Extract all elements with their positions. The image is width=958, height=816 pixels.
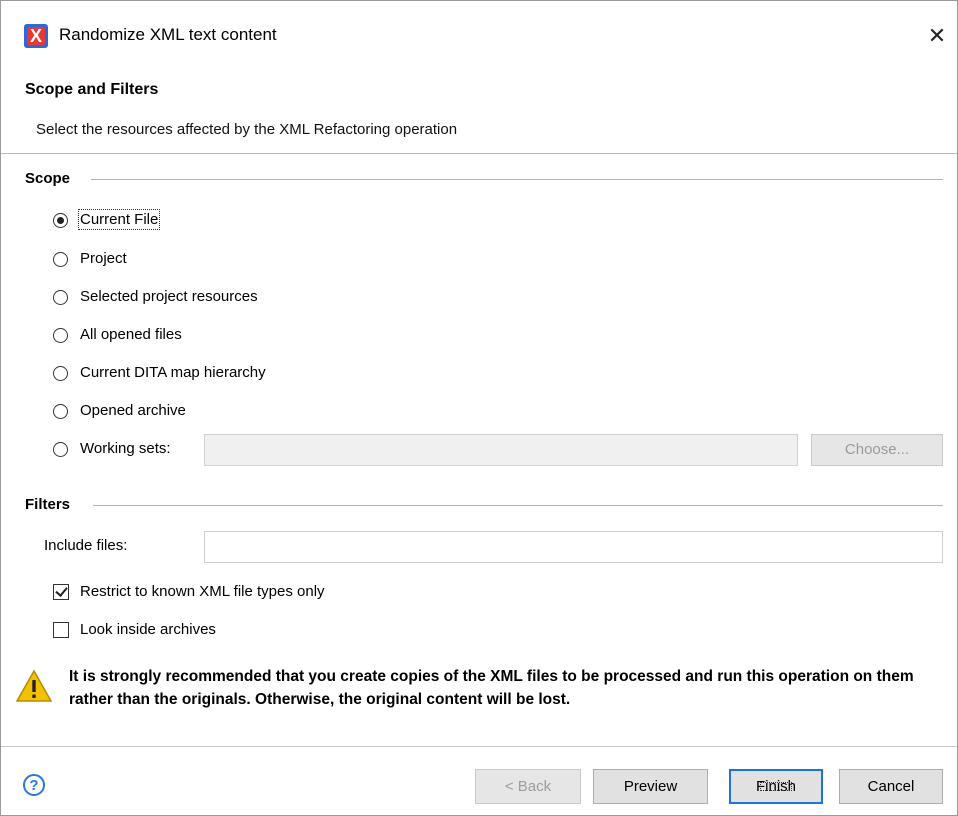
radio-button[interactable] — [53, 213, 68, 228]
randomize-xml-dialog: X Randomize XML text content ✕ Scope and… — [0, 0, 958, 816]
working-sets-field — [204, 434, 798, 466]
title-bar: X Randomize XML text content ✕ — [1, 1, 957, 71]
close-icon[interactable]: ✕ — [919, 19, 955, 53]
radio-label: Opened archive — [80, 402, 186, 419]
filters-group-line — [93, 505, 943, 506]
choose-button: Choose... — [811, 434, 943, 466]
radio-button[interactable] — [53, 252, 68, 267]
radio-button[interactable] — [53, 442, 68, 457]
page-title: Scope and Filters — [25, 81, 159, 98]
scope-group-label: Scope — [25, 170, 79, 187]
warning-icon — [15, 669, 53, 702]
button-bar-divider — [1, 746, 957, 747]
radio-button[interactable] — [53, 328, 68, 343]
radio-label: Current File — [77, 209, 161, 230]
radio-button[interactable] — [53, 404, 68, 419]
oxygen-x-icon: X — [24, 24, 48, 48]
page-description: Select the resources affected by the XML… — [36, 121, 458, 138]
radio-label: Selected project resources — [80, 288, 258, 305]
warning-message: It is strongly recommended that you crea… — [69, 668, 914, 708]
finish-button-label: Finish — [755, 778, 796, 795]
filters-group-label: Filters — [25, 496, 79, 513]
radio-label: Current DITA map hierarchy — [80, 364, 266, 381]
back-button: < Back — [475, 769, 581, 804]
help-icon[interactable]: ? — [23, 774, 45, 796]
cancel-button[interactable]: Cancel — [839, 769, 943, 804]
radio-button[interactable] — [53, 366, 68, 381]
preview-button[interactable]: Preview — [593, 769, 708, 804]
checkbox-label: Restrict to known XML file types only — [80, 583, 325, 600]
include-files-input[interactable] — [204, 531, 943, 563]
look-inside-archives-checkbox[interactable] — [53, 622, 69, 638]
include-files-label: Include files: — [44, 537, 128, 554]
radio-label: All opened files — [80, 326, 182, 343]
restrict-xml-types-checkbox[interactable] — [53, 584, 69, 600]
finish-button[interactable]: Finish — [729, 769, 823, 804]
window-title: Randomize XML text content — [59, 25, 277, 44]
scope-group-line — [91, 179, 943, 180]
radio-button[interactable] — [53, 290, 68, 305]
radio-label: Working sets: — [80, 440, 171, 457]
dialog-body — [1, 154, 957, 815]
radio-label: Project — [80, 250, 127, 267]
checkbox-label: Look inside archives — [80, 621, 216, 638]
